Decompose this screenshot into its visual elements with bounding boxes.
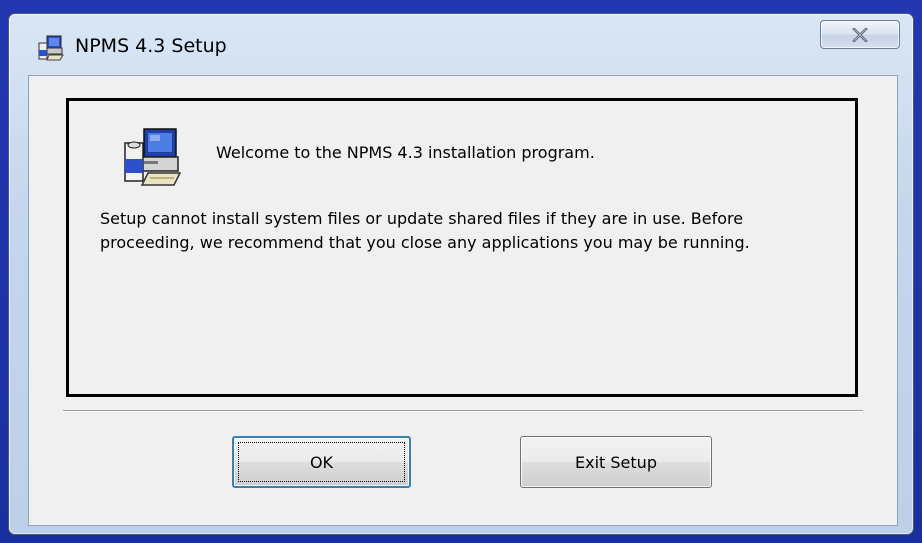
title-bar[interactable]: NPMS 4.3 Setup bbox=[9, 14, 913, 76]
close-x-icon bbox=[852, 27, 868, 42]
setup-message: Setup cannot install system files or upd… bbox=[100, 209, 750, 252]
setup-computer-icon bbox=[122, 125, 186, 189]
button-separator bbox=[63, 410, 863, 412]
ok-button[interactable]: OK bbox=[232, 436, 411, 488]
exit-setup-button-label: Exit Setup bbox=[575, 452, 657, 472]
close-button[interactable] bbox=[820, 20, 900, 49]
setup-dialog: NPMS 4.3 Setup Welcome to the NPMS 4.3 i… bbox=[8, 13, 914, 535]
setup-computer-icon bbox=[38, 34, 66, 62]
window-title: NPMS 4.3 Setup bbox=[75, 35, 227, 57]
exit-setup-button[interactable]: Exit Setup bbox=[520, 436, 712, 488]
welcome-heading: Welcome to the NPMS 4.3 installation pro… bbox=[216, 143, 595, 162]
dialog-client-area: Welcome to the NPMS 4.3 installation pro… bbox=[28, 75, 898, 526]
message-panel: Welcome to the NPMS 4.3 installation pro… bbox=[66, 98, 858, 397]
ok-button-label: OK bbox=[309, 452, 334, 472]
